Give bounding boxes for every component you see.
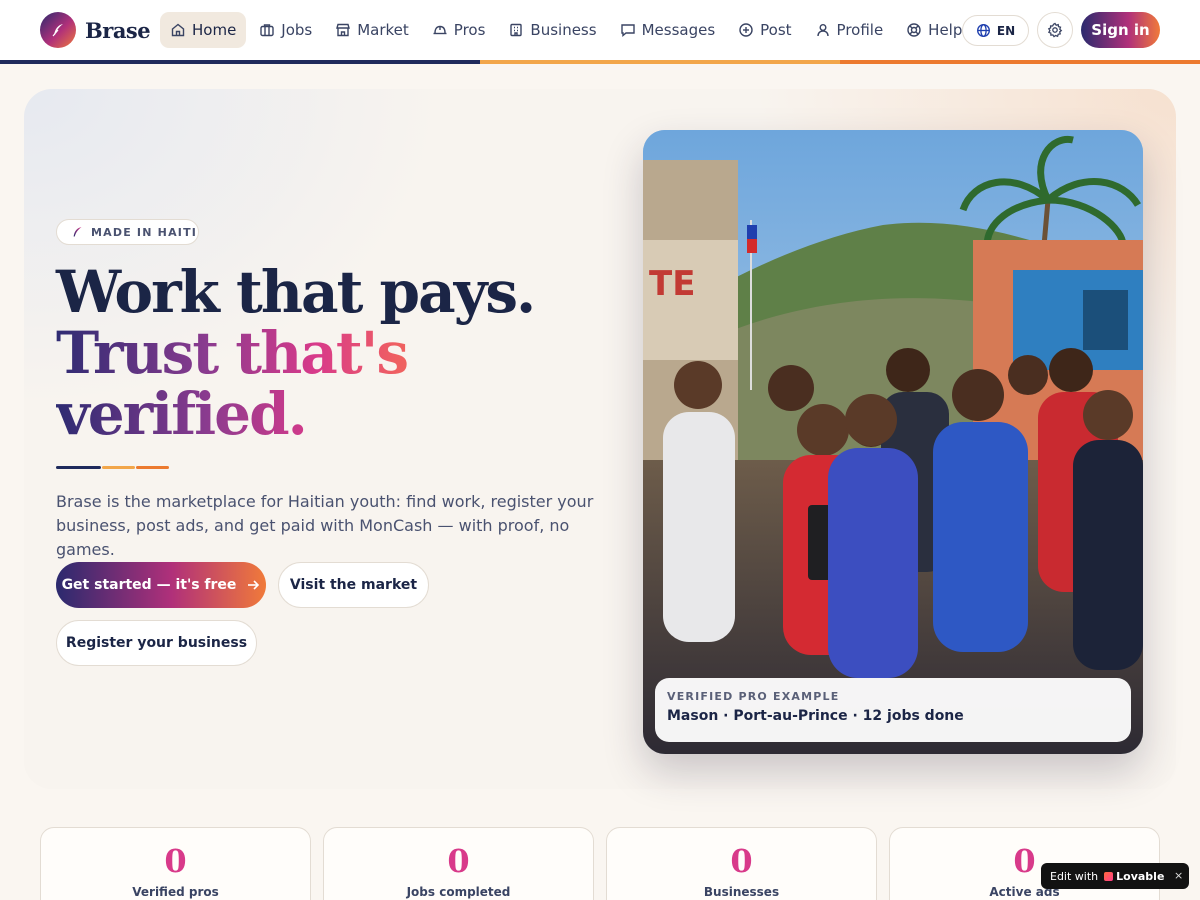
store-icon [336, 23, 351, 37]
language-label: EN [996, 23, 1016, 38]
settings-button[interactable] [1037, 12, 1073, 48]
nav-item-messages[interactable]: Messages [610, 12, 726, 48]
stat-label: Businesses [703, 885, 780, 899]
gear-icon [1047, 22, 1063, 38]
brand-stripe-orange [840, 60, 1200, 64]
feather-logo-icon [40, 12, 76, 48]
plus-circle-icon [739, 23, 753, 37]
stat-value: 0 [730, 842, 753, 880]
home-icon [171, 23, 185, 37]
stat-card-businesses: 0 Businesses [606, 827, 877, 900]
lovable-heart-icon [1104, 871, 1114, 881]
globe-icon [976, 24, 990, 37]
nav-item-label: Post [760, 21, 792, 39]
lovable-logo: Lovable [1104, 870, 1164, 883]
hero-headline: Work that pays. Trust that's verified. [56, 262, 636, 445]
main-nav: Home Jobs Market Pros Business Messages … [160, 12, 975, 48]
lovable-brand: Lovable [1116, 869, 1165, 883]
tricolor-divider [56, 466, 170, 469]
nav-item-profile[interactable]: Profile [805, 12, 894, 48]
nav-item-label: Help [928, 21, 963, 39]
signin-button[interactable]: Sign in [1081, 12, 1160, 48]
hero-lead: Brase is the marketplace for Haitian you… [56, 492, 594, 559]
top-nav: Brase Home Jobs Market Pros Business Mes… [0, 0, 1200, 60]
get-started-button[interactable]: Get started — it's free [56, 562, 266, 608]
stat-value: 0 [447, 842, 470, 880]
nav-item-pros[interactable]: Pros [422, 12, 496, 48]
brand-name: Brase [85, 17, 151, 43]
made-in-haiti-badge: MADE IN HAITI [56, 219, 199, 245]
nav-item-jobs[interactable]: Jobs [249, 12, 322, 48]
stat-label: Verified pros [132, 885, 219, 899]
briefcase-icon [260, 24, 274, 37]
building-icon [510, 23, 523, 37]
stat-label: Jobs completed [406, 885, 511, 899]
hero-photo: TE VERIFIED PRO EXAMPLE Mason · Port-au-… [643, 130, 1143, 754]
hardhat-icon [433, 25, 447, 35]
close-icon[interactable]: × [1174, 869, 1183, 882]
message-icon [620, 24, 635, 37]
user-icon [816, 24, 829, 37]
nav-item-home[interactable]: Home [160, 12, 247, 48]
nav-item-help[interactable]: Help [896, 12, 972, 48]
register-business-button[interactable]: Register your business [56, 620, 257, 666]
language-toggle[interactable]: EN [962, 15, 1029, 46]
nav-item-post[interactable]: Post [728, 12, 801, 48]
headline-line-1: Work that pays. [56, 258, 536, 326]
arrow-right-icon [248, 580, 260, 590]
nav-item-label: Profile [836, 21, 884, 39]
lifebuoy-icon [907, 23, 921, 37]
headline-line-3: verified. [56, 384, 636, 445]
stat-card-jobs-completed: 0 Jobs completed [323, 827, 594, 900]
nav-item-label: Messages [641, 21, 716, 39]
headline-line-2: Trust that's [56, 323, 636, 384]
nav-item-label: Home [192, 21, 237, 39]
feather-icon [73, 227, 82, 237]
group-photo-illustration: TE [643, 130, 1143, 754]
nav-item-business[interactable]: Business [498, 12, 606, 48]
stat-card-verified-pros: 0 Verified pros [40, 827, 311, 900]
edit-with-lovable-badge[interactable]: Edit with Lovable × [1041, 863, 1189, 889]
nav-item-market[interactable]: Market [325, 12, 419, 48]
brand-stripe-gold [480, 60, 840, 64]
nav-item-label: Jobs [281, 21, 313, 39]
edit-badge-prefix: Edit with [1050, 869, 1099, 883]
svg-text:TE: TE [649, 264, 695, 304]
caption-eyebrow: VERIFIED PRO EXAMPLE [667, 690, 840, 703]
brand-logo-link[interactable]: Brase [40, 12, 151, 48]
badge-label: MADE IN HAITI [91, 225, 198, 239]
stat-value: 0 [164, 842, 187, 880]
caption-text: Mason · Port-au-Prince · 12 jobs done [667, 708, 964, 724]
verified-pro-card: VERIFIED PRO EXAMPLE Mason · Port-au-Pri… [655, 678, 1131, 742]
get-started-label: Get started — it's free [61, 577, 237, 593]
nav-item-label: Business [530, 21, 597, 39]
brand-stripe-navy [0, 60, 480, 64]
nav-item-label: Pros [453, 21, 486, 39]
visit-market-button[interactable]: Visit the market [278, 562, 429, 608]
nav-item-label: Market [357, 21, 409, 39]
